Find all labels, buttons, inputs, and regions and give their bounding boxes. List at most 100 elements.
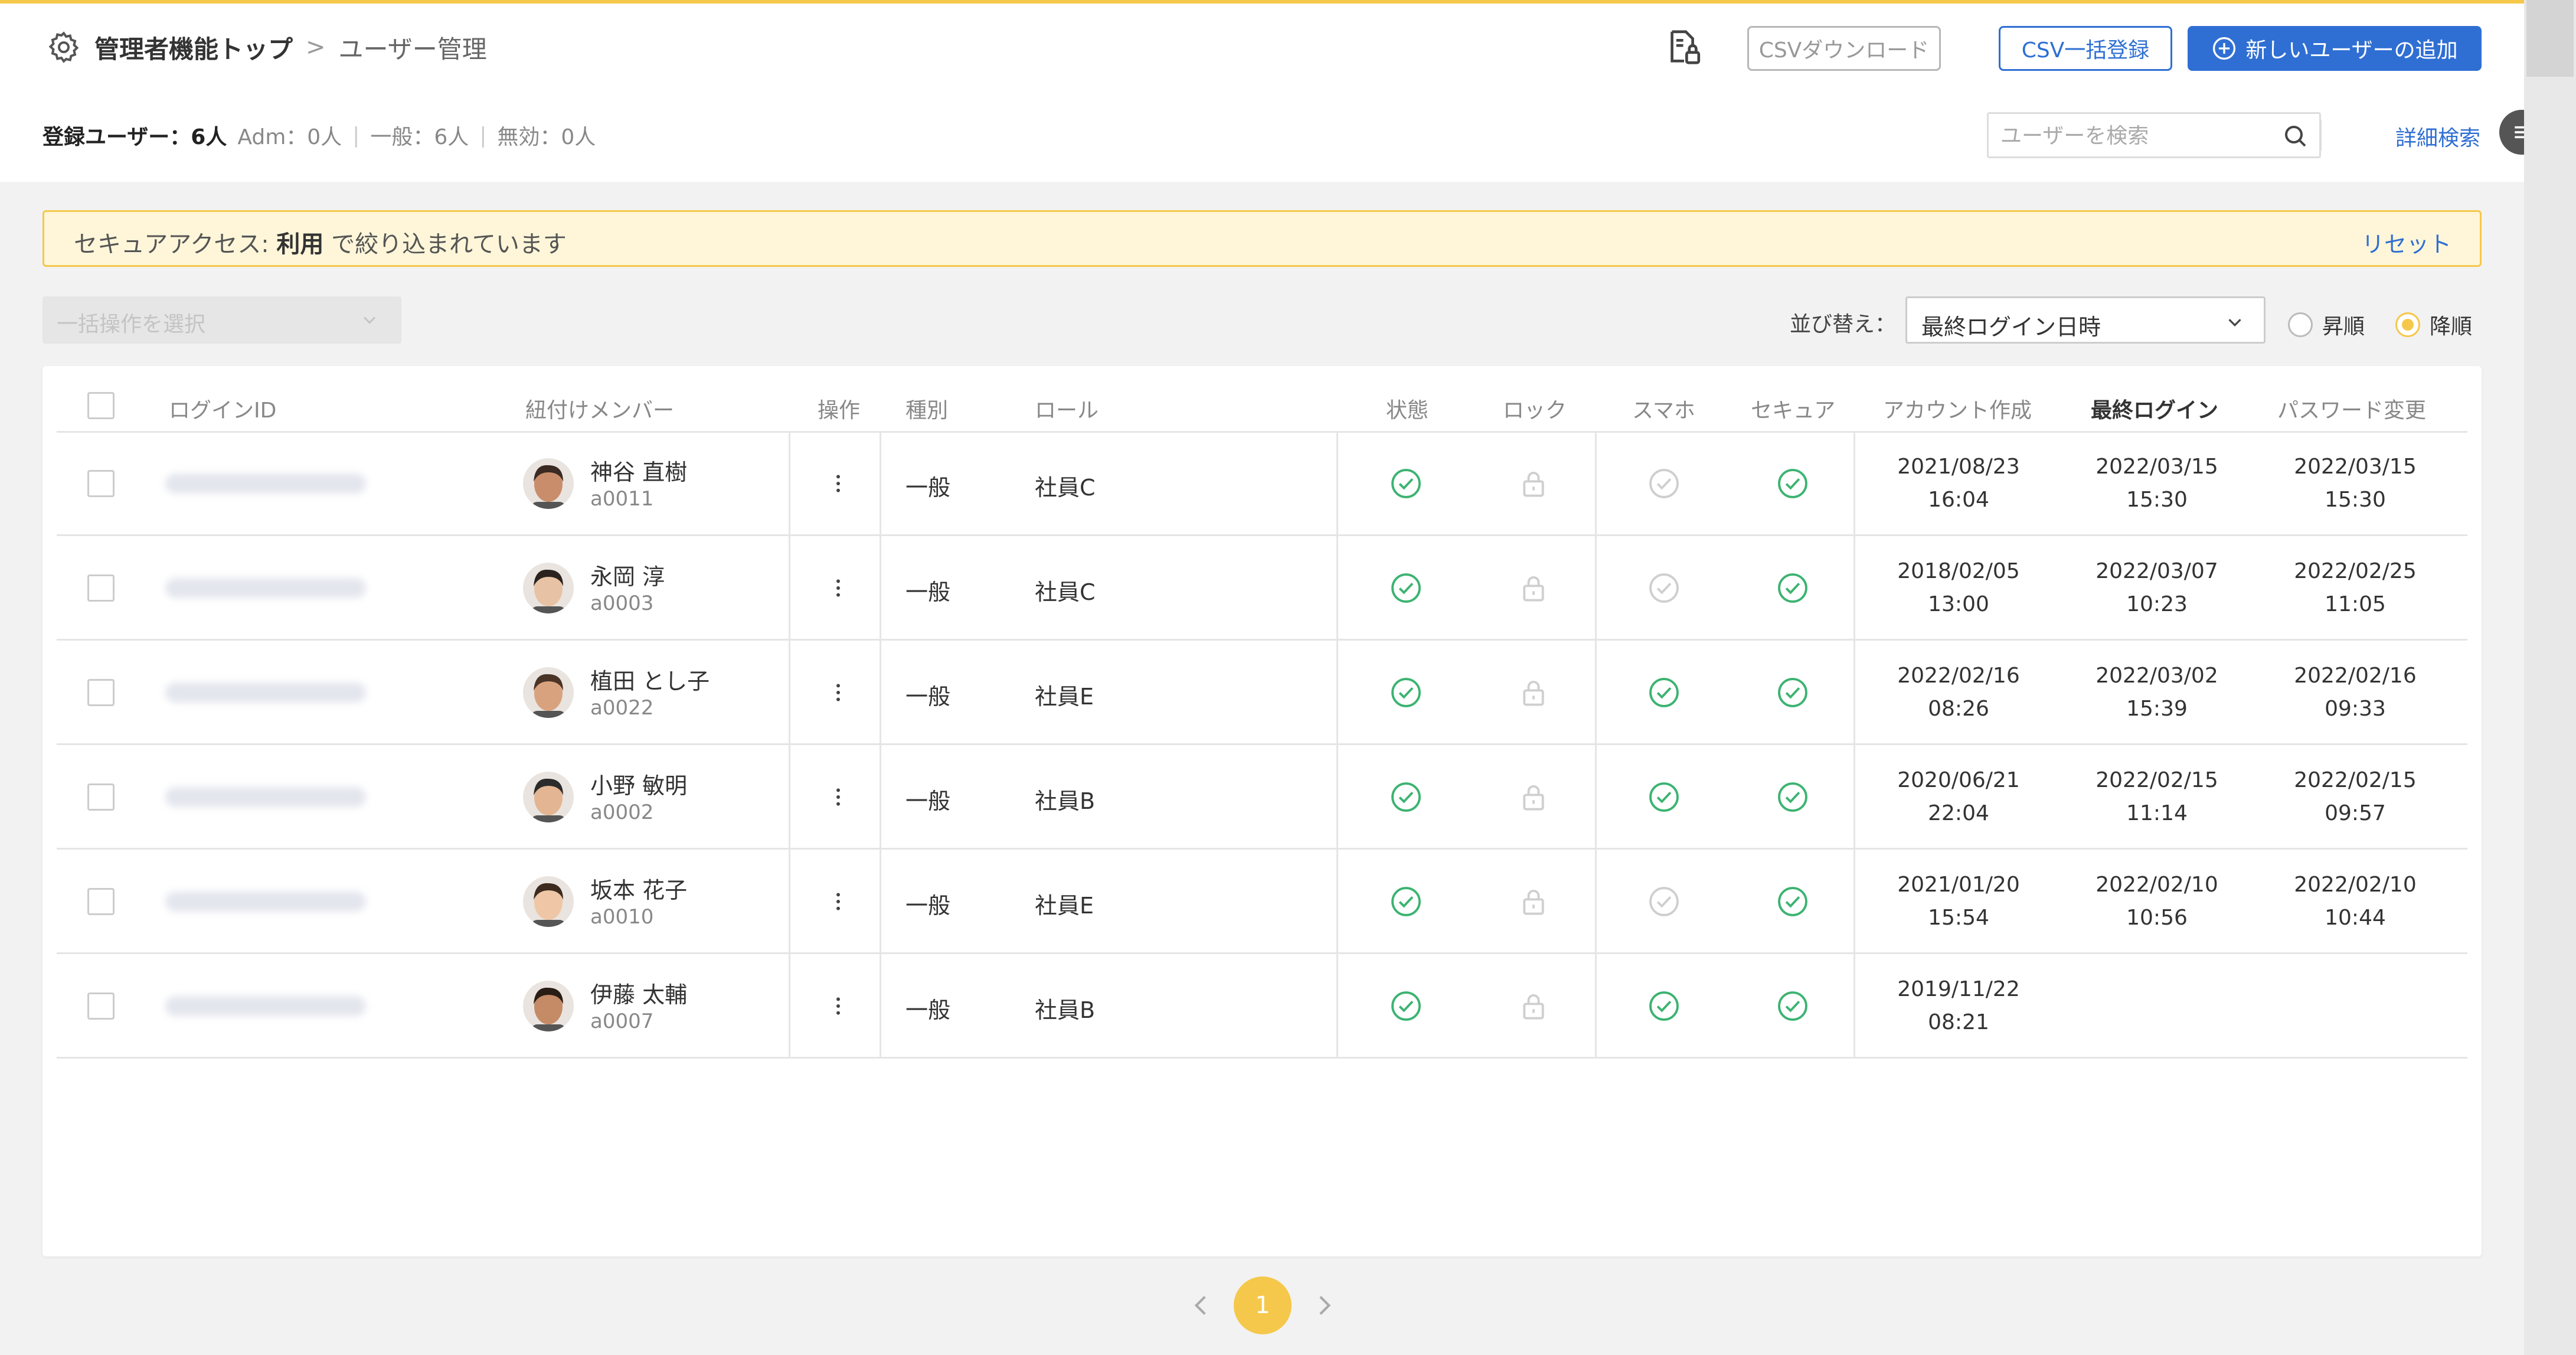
select-all-checkbox[interactable] (87, 392, 115, 419)
member-name[interactable]: 小野 敏明 (590, 768, 687, 800)
add-user-label: 新しいユーザーの追加 (2245, 38, 2458, 63)
phone-check-icon (1649, 886, 1679, 916)
phone-check-icon (1649, 677, 1679, 707)
user-type: 一般 (905, 997, 951, 1023)
advanced-search-link[interactable]: 詳細検索 (2395, 121, 2480, 152)
bulk-action-placeholder: 一括操作を選択 (57, 312, 206, 337)
avatar (523, 458, 574, 509)
password-changed: 2022/02/25 11:05 (2294, 559, 2417, 616)
column-phone[interactable]: スマホ (1632, 393, 1695, 424)
login-id-redacted (165, 682, 366, 703)
sort-descending-radio[interactable]: 降順 (2395, 309, 2472, 340)
more-vertical-icon[interactable] (829, 890, 847, 913)
avatar (523, 667, 574, 718)
more-vertical-icon[interactable] (829, 994, 847, 1018)
more-vertical-icon[interactable] (829, 785, 847, 809)
secure-check-icon (1778, 886, 1807, 916)
filter-text: セキュアアクセス: 利用 で絞り込まれています (74, 231, 567, 258)
member-name[interactable]: 坂本 花子 (590, 872, 687, 905)
general-count: 一般：6人 (370, 125, 469, 149)
row-divider (57, 639, 2467, 641)
user-type: 一般 (905, 892, 951, 919)
registered-count: 登録ユーザー：6人 (43, 125, 227, 149)
column-created[interactable]: アカウント作成 (1883, 393, 2032, 424)
column-status[interactable]: 状態 (1386, 393, 1428, 424)
scrollbar-thumb[interactable] (2526, 0, 2574, 77)
next-page-icon[interactable] (1309, 1291, 1339, 1320)
user-role: 社員B (1035, 788, 1096, 814)
search-icon[interactable] (2281, 122, 2310, 151)
column-lock[interactable]: ロック (1503, 393, 1567, 424)
user-type: 一般 (905, 683, 951, 710)
member-name[interactable]: 植田 とし子 (590, 663, 710, 696)
column-secure[interactable]: セキュア (1751, 393, 1835, 424)
secure-check-icon (1778, 468, 1807, 498)
lock-open-icon (1523, 576, 1544, 601)
sort-label: 並び替え： (1790, 312, 1897, 337)
lock-open-icon (1523, 680, 1544, 706)
last-login: 2022/03/02 15:39 (2096, 663, 2218, 721)
add-user-button[interactable]: 新しいユーザーの追加 (2188, 26, 2482, 71)
sort-select[interactable]: 最終ログイン日時 (1905, 296, 2266, 344)
status-check-icon (1391, 573, 1421, 603)
account-created: 2020/06/21 22:04 (1897, 768, 2020, 825)
row-checkbox[interactable] (87, 887, 115, 915)
scrollbar-track[interactable] (2524, 0, 2576, 1355)
lock-open-icon (1523, 785, 1544, 810)
more-vertical-icon[interactable] (829, 576, 847, 600)
reset-filter-link[interactable]: リセット (2362, 226, 2451, 259)
last-login: 2022/03/15 15:30 (2096, 454, 2218, 512)
last-login: 2022/03/07 10:23 (2096, 559, 2218, 616)
column-last-login[interactable]: 最終ログイン (2091, 393, 2218, 424)
chevron-down-icon (2228, 319, 2241, 326)
prev-page-icon[interactable] (1186, 1291, 1216, 1320)
column-password-change[interactable]: パスワード変更 (2277, 393, 2426, 424)
row-checkbox[interactable] (87, 678, 115, 706)
row-checkbox[interactable] (87, 469, 115, 497)
row-divider (57, 1057, 2467, 1059)
password-changed: 2022/02/15 09:57 (2294, 768, 2417, 825)
csv-bulk-register-button[interactable]: CSV一括登録 (1999, 26, 2172, 71)
column-type[interactable]: 種別 (905, 393, 948, 424)
filter-term: 利用 (276, 231, 324, 258)
breadcrumb-separator: > (306, 34, 326, 61)
column-login-id[interactable]: ログインID (169, 393, 276, 424)
lock-open-icon (1523, 471, 1544, 497)
login-id-redacted (165, 577, 366, 598)
sort-selected-value: 最終ログイン日時 (1921, 314, 2101, 340)
login-id-redacted (165, 995, 366, 1016)
more-vertical-icon[interactable] (829, 472, 847, 495)
member-name[interactable]: 伊藤 太輔 (590, 977, 687, 1009)
more-vertical-icon[interactable] (829, 681, 847, 704)
plus-circle-icon (2213, 37, 2236, 60)
avatar (523, 876, 574, 927)
member-code: a0022 (590, 696, 654, 720)
gear-icon[interactable] (46, 30, 81, 65)
sort-ascending-radio[interactable]: 昇順 (2288, 309, 2365, 340)
member-name[interactable]: 永岡 淳 (590, 559, 665, 591)
breadcrumb-current: ユーザー管理 (338, 34, 487, 64)
member-name[interactable]: 神谷 直樹 (590, 454, 687, 487)
page-current[interactable]: 1 (1234, 1276, 1292, 1334)
csv-download-button[interactable]: CSVダウンロード (1747, 26, 1941, 71)
phone-check-icon (1649, 573, 1679, 603)
search-input[interactable] (2000, 119, 2260, 153)
status-check-icon (1391, 468, 1421, 498)
column-member[interactable]: 紐付けメンバー (525, 393, 674, 424)
bulk-action-select[interactable]: 一括操作を選択 (43, 296, 401, 344)
breadcrumb-home[interactable]: 管理者機能トップ (94, 30, 293, 66)
avatar (523, 771, 574, 822)
status-check-icon (1391, 782, 1421, 812)
radio-ascending-circle (2288, 312, 2313, 337)
row-divider (57, 848, 2467, 850)
adm-count: Adm：0人 (237, 125, 342, 149)
row-checkbox[interactable] (87, 574, 115, 602)
account-created: 2022/02/16 08:26 (1897, 663, 2020, 721)
account-created: 2021/08/23 16:04 (1897, 454, 2020, 512)
row-checkbox[interactable] (87, 992, 115, 1020)
column-role[interactable]: ロール (1035, 393, 1099, 424)
row-checkbox[interactable] (87, 783, 115, 811)
password-changed: 2022/02/10 10:44 (2294, 872, 2417, 930)
secure-check-icon (1778, 573, 1807, 603)
document-lock-icon[interactable] (1663, 26, 1705, 68)
